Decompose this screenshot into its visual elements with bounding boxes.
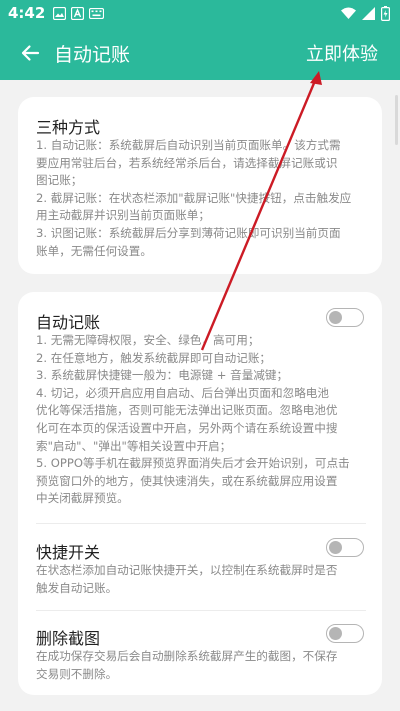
shortcut-line: 触发自动记账。 (36, 580, 118, 595)
delete-screenshot-title: 删除截图 (36, 629, 101, 648)
delete-line: 交易则不删除。 (36, 666, 118, 681)
auto-record-description: 1. 无需无障碍权限，安全、绿色，高可用； 2. 在任意地方，触发系统截屏即可自… (36, 332, 366, 508)
modes-line: 要应用常驻后台，若系统经常杀后台，请选择截屏记账或识 (36, 155, 338, 170)
modes-line: 账单，无需任何设置。 (36, 243, 152, 258)
modes-line: 图记账； (36, 173, 83, 188)
battery-charging-icon (381, 5, 390, 21)
auto-record-title: 自动记账 (36, 313, 101, 332)
wifi-icon (341, 7, 356, 19)
modes-title: 三种方式 (36, 118, 101, 137)
delete-screenshot-toggle[interactable] (326, 624, 364, 643)
toggle-knob (329, 540, 342, 554)
modes-card: 三种方式 1. 自动记账：系统截屏后自动识别当前页面账单。该方式需 要应用常驻后… (18, 97, 382, 274)
auto-record-line: 优化等保活措施，否则可能无法弹出记账页面。忽略电池优 (36, 403, 338, 418)
shortcut-switch-title: 快捷开关 (36, 543, 101, 562)
shortcut-switch-toggle[interactable] (326, 538, 364, 557)
auto-record-toggle[interactable] (326, 308, 364, 327)
toggle-knob (329, 310, 342, 324)
auto-record-line: 4. 切记，必须开启应用自启动、后台弹出页面和忽略电池 (36, 385, 329, 400)
delete-line: 在成功保存交易后会自动删除系统截屏产生的截图，不保存 (36, 649, 338, 663)
modes-line: 2. 截屏记账：在状态栏添加"截屏记账"快捷按钮，点击触发应 (36, 190, 352, 205)
back-button[interactable] (10, 33, 50, 73)
settings-card: 自动记账 1. 无需无障碍权限，安全、绿色，高可用； 2. 在任意地方，触发系统… (18, 292, 382, 695)
divider (36, 523, 366, 524)
divider (36, 610, 366, 611)
shortcut-switch-description: 在状态栏添加自动记账快捷开关，以控制在系统截屏时是否 触发自动记账。 (36, 562, 366, 597)
signal-icon (362, 6, 375, 20)
a-badge-icon (71, 6, 85, 20)
status-bar: 4:42 (0, 0, 400, 26)
scrollbar[interactable] (395, 95, 398, 145)
try-now-button[interactable]: 立即体验 (306, 40, 378, 66)
delete-screenshot-description: 在成功保存交易后会自动删除系统截屏产生的截图，不保存 交易则不删除。 (36, 648, 366, 683)
modes-description: 1. 自动记账：系统截屏后自动识别当前页面账单。该方式需 要应用常驻后台，若系统… (36, 137, 366, 260)
auto-record-line: 中关闭截屏预览。 (36, 491, 129, 506)
status-icons-left (53, 6, 105, 20)
keyboard-icon (89, 7, 105, 19)
modes-line: 3. 识图记账：系统截屏后分享到薄荷记账即可识别当前页面 (36, 225, 341, 240)
image-icon (53, 6, 67, 20)
status-icons-right (341, 5, 390, 21)
shortcut-line: 在状态栏添加自动记账快捷开关，以控制在系统截屏时是否 (36, 563, 338, 577)
auto-record-line: 化可在本页的保活设置中开启，另外两个请在系统设置中搜 (36, 420, 338, 435)
status-time: 4:42 (8, 4, 46, 22)
toggle-knob (329, 626, 342, 640)
auto-record-line: 2. 在任意地方，触发系统截屏即可自动记账； (36, 350, 272, 365)
app-bar: 自动记账 立即体验 (0, 26, 400, 80)
auto-record-line: 5. OPPO等手机在截屏预览界面消失后才会开始识别，可点击 (36, 456, 350, 471)
auto-record-line: 索"启动"、"弹出"等相关设置中开启； (36, 438, 232, 453)
auto-record-line: 预览窗口外的地方，使其快速消失，或在系统截屏应用设置 (36, 473, 338, 488)
arrow-left-icon (21, 45, 40, 61)
page-title: 自动记账 (54, 43, 131, 66)
modes-line: 用主动截屏并识别当前页面账单； (36, 208, 210, 223)
auto-record-line: 1. 无需无障碍权限，安全、绿色，高可用； (36, 333, 260, 347)
auto-record-line: 3. 系统截屏快捷键一般为：电源键 + 音量减键； (36, 368, 289, 383)
modes-line: 1. 自动记账：系统截屏后自动识别当前页面账单。该方式需 (36, 138, 341, 152)
